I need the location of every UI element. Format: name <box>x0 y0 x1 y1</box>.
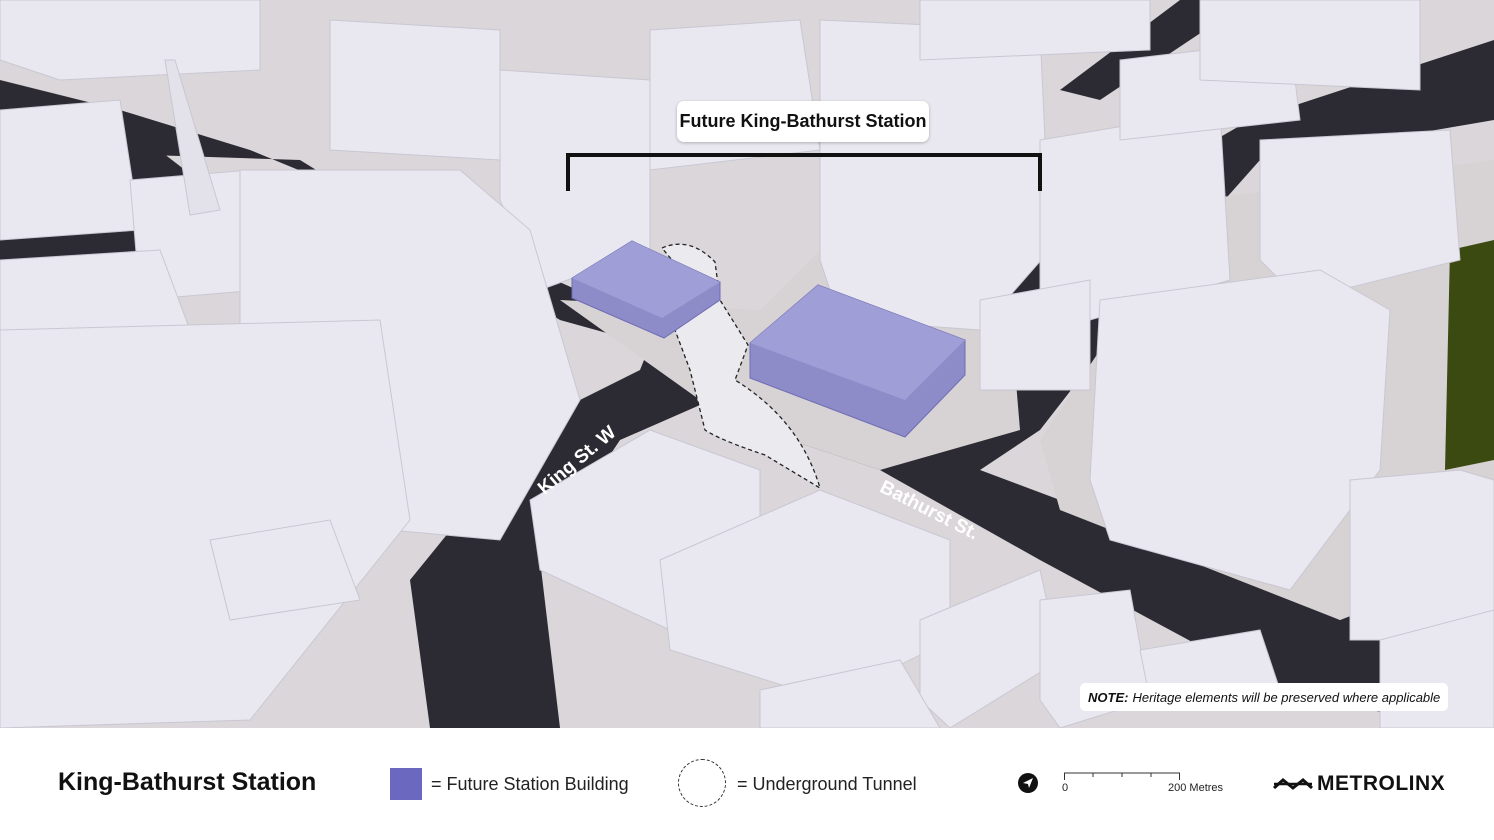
scale-bar <box>1064 772 1180 780</box>
north-arrow-icon <box>1018 773 1038 793</box>
brand-name: METROLINX <box>1317 772 1446 795</box>
scale-start-label: 0 <box>1062 782 1069 794</box>
note-label: NOTE: <box>1088 689 1129 705</box>
station-callout: Future King-Bathurst Station <box>677 101 929 142</box>
tunnel-legend-text: = Underground Tunnel <box>737 774 917 794</box>
metrolinx-logo: METROLINX <box>1273 772 1445 796</box>
legend-bar: King-Bathurst Station = Future Station B… <box>0 728 1494 840</box>
heritage-note: NOTE: Heritage elements will be preserve… <box>1080 683 1449 711</box>
metrolinx-wave-icon <box>1273 778 1313 790</box>
station-building-legend-text: = Future Station Building <box>431 774 629 794</box>
site-map: Future King-Bathurst Station King St. W … <box>0 0 1494 728</box>
note-text: Heritage elements will be preserved wher… <box>1132 689 1441 705</box>
station-extent-bracket <box>566 153 1042 191</box>
station-building-swatch <box>390 768 422 800</box>
scale-end-label: 200 Metres <box>1168 782 1224 794</box>
tunnel-swatch <box>678 759 726 807</box>
legend-title: King-Bathurst Station <box>58 768 317 796</box>
